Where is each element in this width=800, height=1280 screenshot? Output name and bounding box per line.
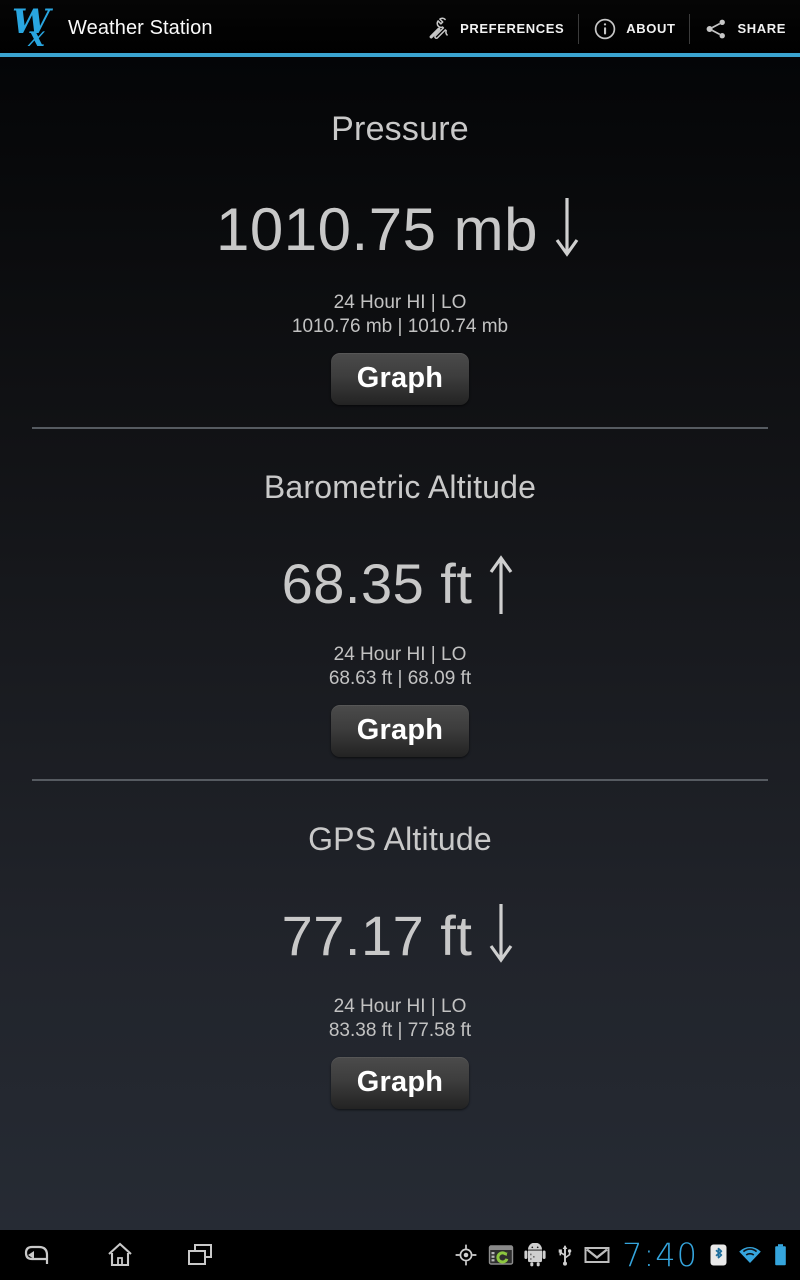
back-button[interactable] (0, 1230, 80, 1280)
hilo-label: 24 Hour HI | LO (333, 292, 467, 313)
hilo-values: 68.63 ft | 68.09 ft (328, 668, 472, 689)
card-title: Barometric Altitude (263, 469, 537, 505)
card-value: 77.17 ft (0, 900, 800, 970)
home-button[interactable] (80, 1230, 160, 1280)
card-value: 68.35 ft (0, 548, 800, 618)
wifi-icon (739, 1247, 761, 1263)
status-clock: 7:40 (622, 1236, 698, 1274)
card-value-text: 1010.75 mb (216, 195, 538, 263)
bluetooth-icon (710, 1244, 727, 1266)
android-robot-icon (524, 1243, 546, 1267)
recents-button[interactable] (160, 1230, 240, 1280)
home-icon (108, 1242, 132, 1267)
metric-card-gps-altitude: GPS Altitude 77.17 ft 24 Hour HI | LO 83… (0, 781, 800, 1109)
arrow-down-icon (550, 194, 584, 264)
gps-location-icon (455, 1244, 477, 1266)
share-button[interactable]: SHARE (690, 2, 800, 55)
share-label: SHARE (737, 21, 786, 36)
hilo-values: 83.38 ft | 77.58 ft (328, 1020, 472, 1041)
back-icon (24, 1245, 49, 1264)
card-value-text: 68.35 ft (281, 551, 473, 615)
logo-letter-x: x (28, 19, 45, 53)
graph-button[interactable]: Graph (330, 1057, 470, 1109)
sync-app-icon (488, 1245, 514, 1265)
app-screen: W x Weather Station PREFERENCES ABOUT SH… (0, 0, 800, 1280)
card-title: Pressure (331, 110, 469, 148)
hilo-values: 1010.76 mb | 1010.74 mb (291, 316, 509, 337)
card-title: GPS Altitude (308, 821, 492, 857)
hilo-label: 24 Hour HI | LO (333, 644, 467, 665)
usb-icon (558, 1245, 572, 1266)
app-title: Weather Station (68, 17, 213, 39)
card-value-text: 77.17 ft (281, 903, 473, 967)
status-icons: 7:40 (454, 1230, 800, 1280)
arrow-down-icon (484, 900, 518, 970)
preferences-button[interactable]: PREFERENCES (413, 2, 578, 55)
battery-full-icon (775, 1244, 786, 1266)
action-bar-actions: PREFERENCES ABOUT SHARE (413, 2, 800, 55)
info-circle-icon (595, 18, 616, 39)
gmail-icon (584, 1247, 610, 1263)
action-bar: W x Weather Station PREFERENCES ABOUT SH… (0, 0, 800, 57)
graph-button[interactable]: Graph (330, 353, 470, 405)
hilo-label: 24 Hour HI | LO (333, 996, 467, 1017)
about-label: ABOUT (626, 21, 676, 36)
about-button[interactable]: ABOUT (579, 2, 689, 55)
system-navigation-bar: 7:40 (0, 1230, 800, 1280)
preferences-label: PREFERENCES (460, 21, 565, 36)
recents-icon (188, 1244, 212, 1265)
arrow-up-icon (484, 548, 518, 618)
graph-button[interactable]: Graph (330, 705, 470, 757)
wx-logo-icon: W x (6, 2, 62, 54)
wrench-icon (429, 17, 448, 39)
metric-card-barometric-altitude: Barometric Altitude 68.35 ft 24 Hour HI … (0, 429, 800, 757)
metric-card-pressure: Pressure 1010.75 mb 24 Hour HI | LO 1010… (0, 57, 800, 405)
main-content: Pressure 1010.75 mb 24 Hour HI | LO 1010… (0, 57, 800, 1230)
card-value: 1010.75 mb (0, 194, 800, 264)
share-icon (707, 19, 726, 38)
